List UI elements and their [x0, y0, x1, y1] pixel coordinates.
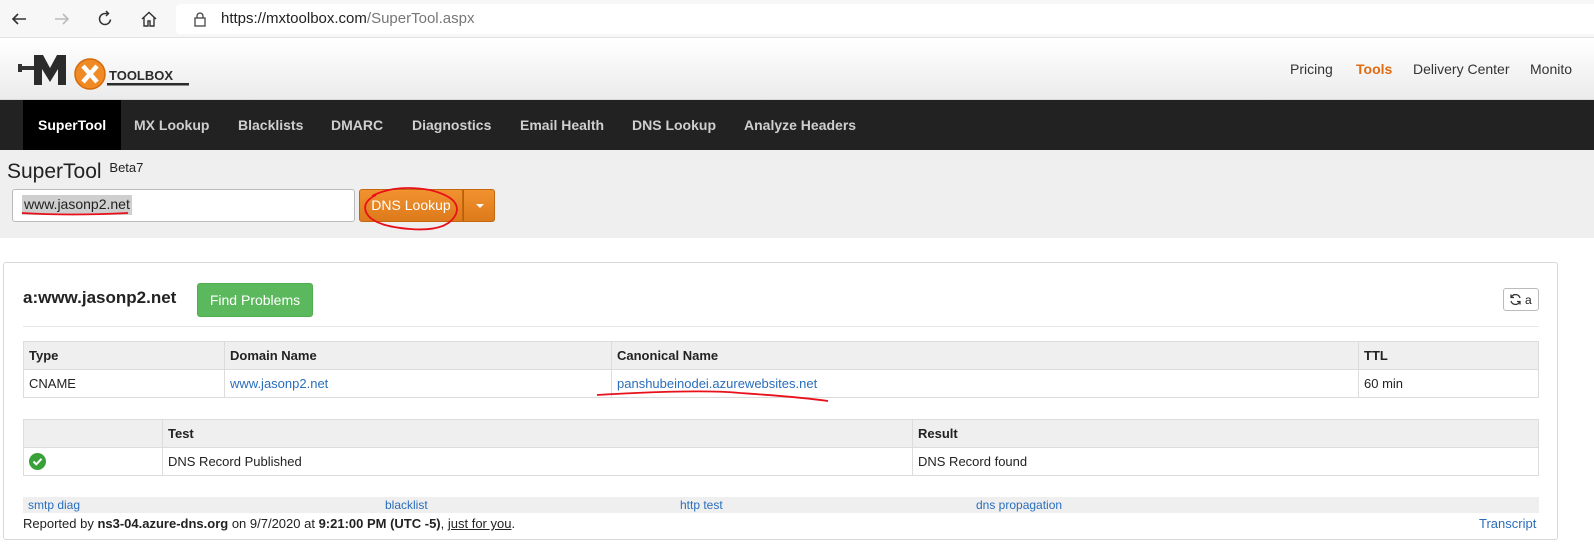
refresh-label: a — [1525, 293, 1532, 307]
link-smtp-diag[interactable]: smtp diag — [28, 498, 80, 512]
menu-diagnostics[interactable]: Diagnostics — [412, 100, 491, 150]
main-menu: SuperTool MX Lookup Blacklists DMARC Dia… — [0, 100, 1594, 150]
cell-result: DNS Record found — [912, 447, 1539, 476]
caret-down-icon — [476, 204, 484, 208]
url-path: /SuperTool.aspx — [366, 10, 475, 27]
result-panel: a:www.jasonp2.net Find Problems a Type D… — [3, 262, 1558, 540]
reported-time: 9:21:00 PM (UTC -5) — [318, 516, 441, 531]
reported-sep: , — [440, 516, 448, 531]
tests-table: Test Result DNS Record Published DNS Rec… — [23, 419, 1539, 476]
nav-delivery-center[interactable]: Delivery Center — [1413, 61, 1509, 77]
column-header-status — [23, 419, 163, 448]
refresh-button[interactable]: a — [1503, 288, 1539, 311]
reload-button[interactable] — [91, 5, 119, 33]
divider — [23, 326, 1539, 327]
search-area: SuperTool Beta7 www.jasonp2.net DNS Look… — [0, 150, 1594, 238]
refresh-icon — [1510, 293, 1521, 306]
menu-email-health[interactable]: Email Health — [520, 100, 604, 150]
just-for-you-link[interactable]: just for you — [448, 516, 512, 531]
column-header-test: Test — [162, 419, 913, 448]
url-text: https://mxtoolbox.com/SuperTool.aspx — [221, 10, 474, 27]
cell-domain-link[interactable]: www.jasonp2.net — [224, 369, 612, 398]
beta-badge: Beta7 — [109, 160, 144, 175]
table-header-row: Test Result — [23, 419, 1539, 448]
cell-ttl: 60 min — [1358, 369, 1539, 398]
search-input-value: www.jasonp2.net — [22, 195, 132, 215]
link-dns-propagation[interactable]: dns propagation — [976, 498, 1062, 512]
menu-mx-lookup[interactable]: MX Lookup — [134, 100, 209, 150]
reported-end: . — [511, 516, 516, 531]
column-header-domain: Domain Name — [224, 341, 612, 370]
menu-blacklists[interactable]: Blacklists — [238, 100, 303, 150]
column-header-type: Type — [23, 341, 225, 370]
transcript-link[interactable]: Transcript — [1479, 516, 1536, 531]
address-bar[interactable]: https://mxtoolbox.com/SuperTool.aspx — [176, 4, 1594, 34]
cell-status — [23, 447, 163, 476]
menu-supertool[interactable]: SuperTool — [23, 100, 122, 150]
link-blacklist[interactable]: blacklist — [385, 498, 428, 512]
reported-prefix: Reported by — [23, 516, 98, 531]
records-table: Type Domain Name Canonical Name TTL CNAM… — [23, 341, 1539, 398]
column-header-ttl: TTL — [1358, 341, 1539, 370]
menu-dns-lookup[interactable]: DNS Lookup — [632, 100, 716, 150]
cell-test: DNS Record Published — [162, 447, 913, 476]
back-button[interactable] — [5, 5, 33, 33]
find-problems-button[interactable]: Find Problems — [197, 283, 313, 317]
nav-pricing[interactable]: Pricing — [1290, 61, 1333, 77]
nav-tools[interactable]: Tools — [1356, 61, 1392, 77]
forward-button[interactable] — [48, 5, 76, 33]
table-row: CNAME www.jasonp2.net panshubeinodei.azu… — [23, 369, 1539, 398]
link-http-test[interactable]: http test — [680, 498, 723, 512]
home-icon — [141, 11, 157, 27]
result-title: a:www.jasonp2.net — [23, 288, 177, 307]
reported-by-line: Reported by ns3-04.azure-dns.org on 9/7/… — [23, 516, 515, 531]
table-row: DNS Record Published DNS Record found — [23, 447, 1539, 476]
menu-dmarc[interactable]: DMARC — [331, 100, 383, 150]
url-host: https://mxtoolbox.com — [221, 10, 367, 27]
lock-icon — [194, 12, 206, 27]
menu-analyze-headers[interactable]: Analyze Headers — [744, 100, 856, 150]
arrow-right-icon — [55, 13, 70, 25]
page-title-text: SuperTool — [7, 160, 102, 183]
browser-toolbar: https://mxtoolbox.com/SuperTool.aspx — [0, 0, 1594, 38]
tool-links-row: smtp diag blacklist http test dns propag… — [23, 497, 1539, 513]
lookup-dropdown-button[interactable] — [463, 189, 495, 222]
home-button[interactable] — [135, 5, 163, 33]
check-circle-icon — [29, 453, 46, 471]
nav-monitoring[interactable]: Monito — [1530, 61, 1572, 77]
dns-lookup-button[interactable]: DNS Lookup — [359, 189, 463, 222]
logo-text: TOOLBOX — [109, 68, 173, 83]
site-header: TOOLBOX Pricing Tools Delivery Center Mo… — [0, 39, 1594, 100]
arrow-left-icon — [11, 13, 26, 25]
reload-icon — [98, 10, 112, 26]
mxtoolbox-logo[interactable]: TOOLBOX — [18, 49, 193, 93]
cell-canonical-link[interactable]: panshubeinodei.azurewebsites.net — [611, 369, 1359, 398]
cell-type: CNAME — [23, 369, 225, 398]
column-header-canonical: Canonical Name — [611, 341, 1359, 370]
page-title: SuperTool Beta7 — [7, 160, 143, 184]
reported-on: on 9/7/2020 at — [228, 516, 319, 531]
column-header-result: Result — [912, 419, 1539, 448]
table-header-row: Type Domain Name Canonical Name TTL — [23, 341, 1539, 370]
reported-server: ns3-04.azure-dns.org — [97, 516, 229, 531]
